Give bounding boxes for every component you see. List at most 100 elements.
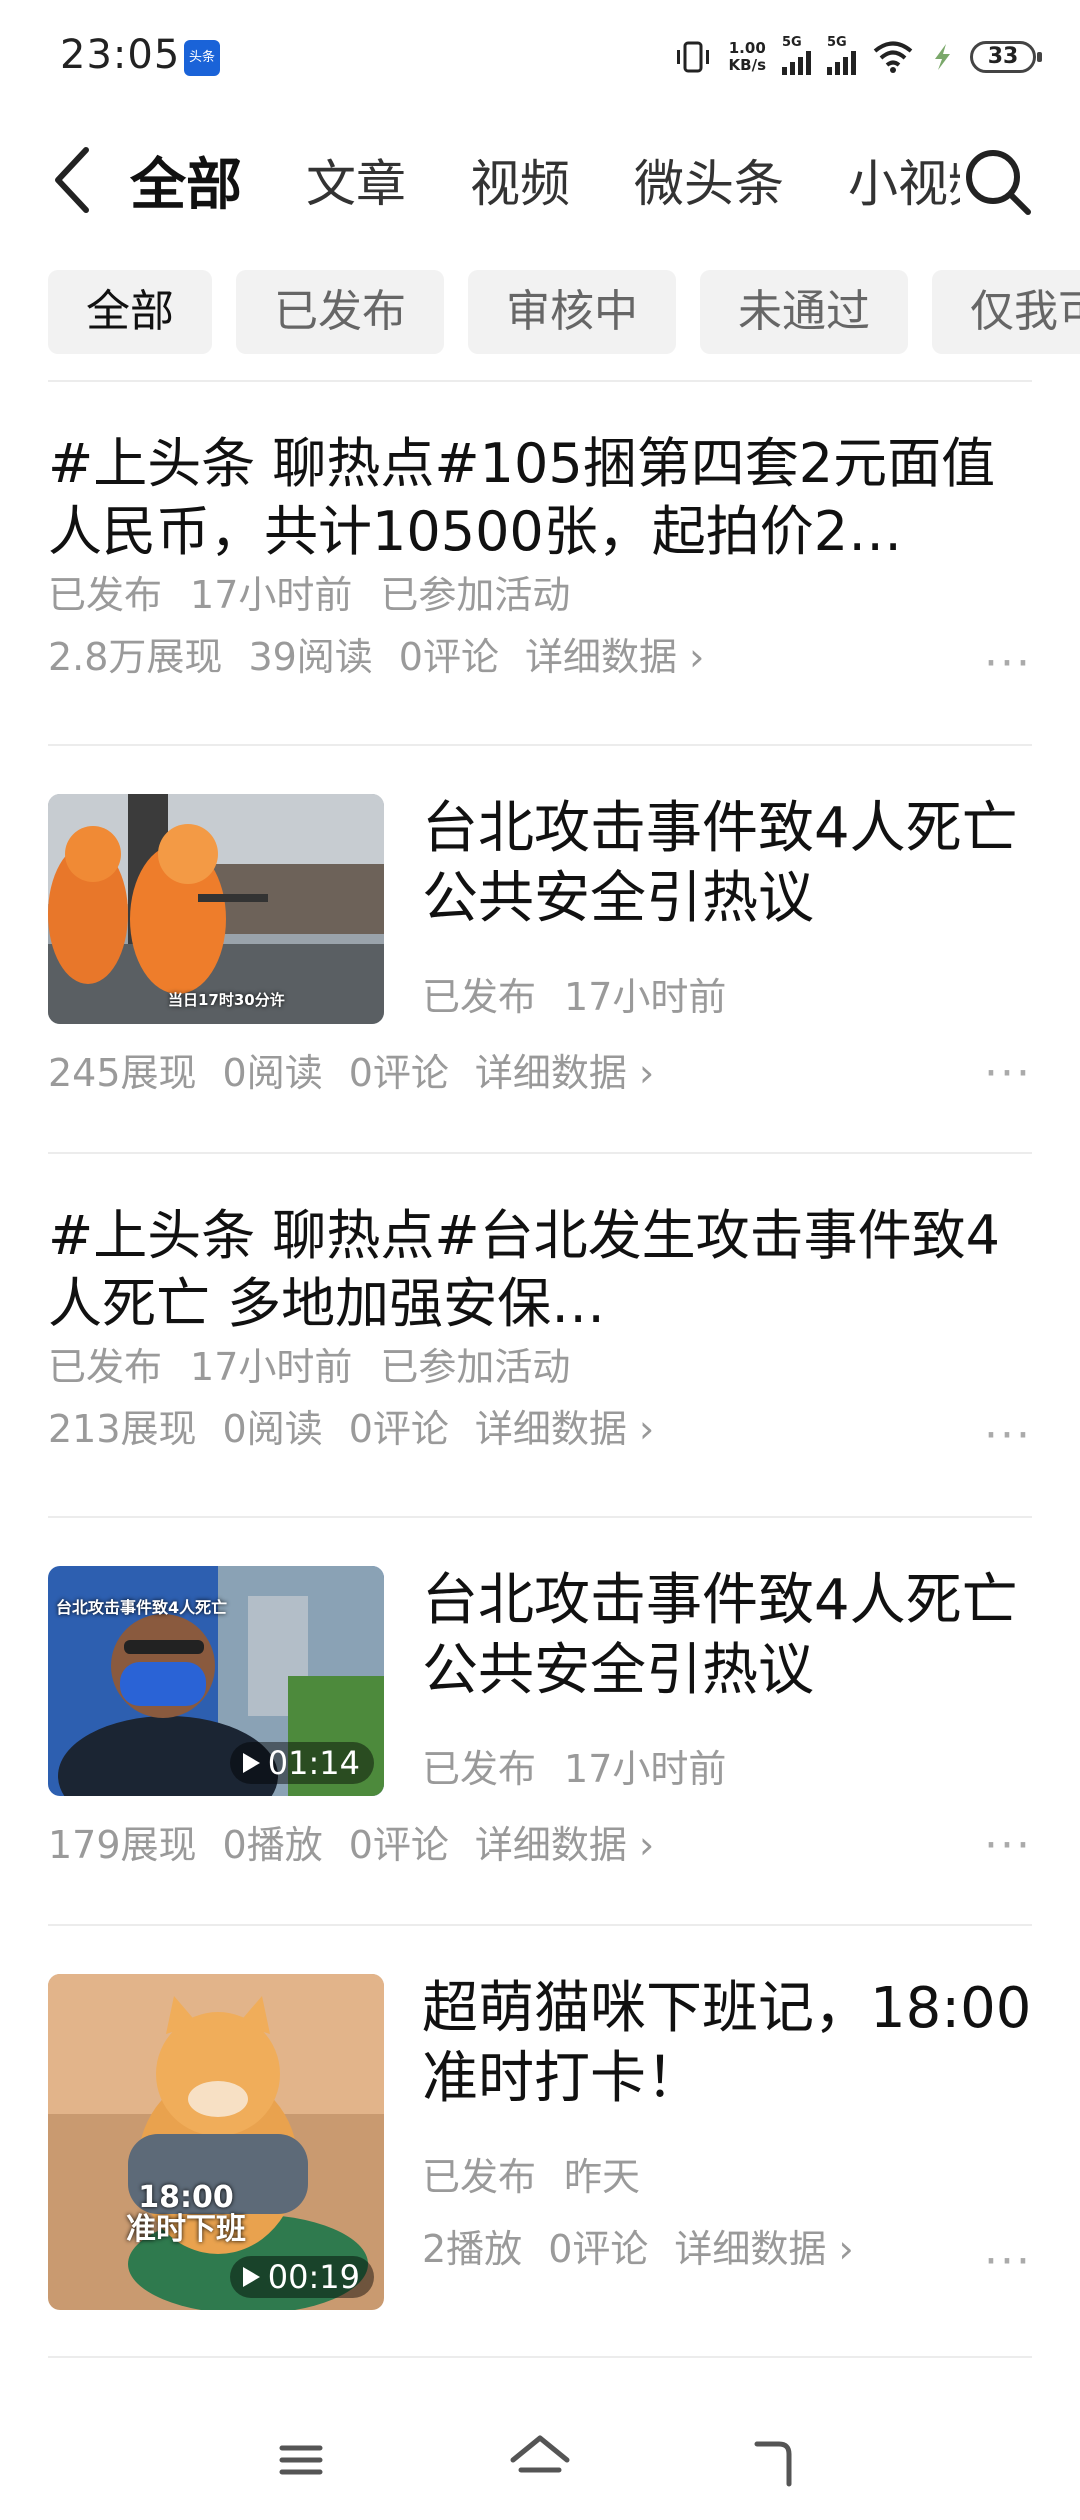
item-title: 台北攻击事件致4人死亡 公共安全引热议 xyxy=(422,1568,1018,1703)
divider xyxy=(48,380,1032,382)
item-comments: 0评论 xyxy=(348,1407,449,1451)
item-plays: 2播放 xyxy=(422,2227,523,2271)
status-filter-chips: 全部 已发布 审核中 未通过 仅我可见 xyxy=(48,270,1080,354)
item-meta: 已发布 昨天 xyxy=(422,2152,1032,2202)
tab-videos[interactable]: 视频 xyxy=(470,144,570,216)
search-icon xyxy=(966,150,1031,215)
play-icon xyxy=(242,2267,260,2287)
item-stats: 245展现 0阅读 0评论 详细数据 xyxy=(48,1048,654,1098)
item-thumbnail: 台北攻击事件致4人死亡 01:14 xyxy=(48,1566,384,1796)
item-status: 已发布 xyxy=(48,1345,163,1389)
menu-button[interactable] xyxy=(266,2430,336,2490)
tab-short-videos[interactable]: 小视频 xyxy=(848,144,960,216)
filter-all[interactable]: 全部 xyxy=(48,270,212,354)
play-icon xyxy=(242,1753,260,1773)
item-meta: 已发布 17小时前 已参加活动 xyxy=(48,1342,1032,1392)
item-views: 245展现 xyxy=(48,1051,197,1095)
item-activity-tag: 已参加活动 xyxy=(380,573,571,617)
item-status: 已发布 xyxy=(422,2155,537,2199)
thumbnail-caption: 18:00 准时下班 xyxy=(126,2182,246,2246)
item-views: 2.8万展现 xyxy=(48,635,223,679)
filter-reviewing[interactable]: 审核中 xyxy=(468,270,676,354)
item-views: 213展现 xyxy=(48,1407,197,1451)
network-speed-value: 1.00 xyxy=(728,39,766,57)
app-notification-icon: 头条 xyxy=(184,40,220,76)
back-nav-button[interactable] xyxy=(745,2430,815,2490)
more-options-icon[interactable]: ··· xyxy=(984,2236,1032,2287)
more-options-icon[interactable]: ··· xyxy=(984,1820,1032,1871)
divider xyxy=(48,2356,1032,2358)
item-plays: 0播放 xyxy=(222,1823,323,1867)
filter-rejected[interactable]: 未通过 xyxy=(700,270,908,354)
item-reads: 0阅读 xyxy=(222,1407,323,1451)
system-navigation-bar xyxy=(0,2400,1080,2520)
item-stats: 2.8万展现 39阅读 0评论 详细数据 xyxy=(48,632,1032,682)
video-duration: 00:19 xyxy=(229,2256,374,2298)
item-comments: 0评论 xyxy=(348,1051,449,1095)
divider xyxy=(48,1924,1032,1926)
item-time: 17小时前 xyxy=(190,573,353,617)
duration-text: 00:19 xyxy=(267,2258,360,2296)
item-time: 17小时前 xyxy=(564,975,727,1019)
item-comments: 0评论 xyxy=(548,2227,649,2271)
status-bar: 23:05 头条 1.00 KB/s 5G 5G 33 xyxy=(0,0,1080,112)
detail-data-link[interactable]: 详细数据 xyxy=(475,1048,654,1098)
detail-data-link[interactable]: 详细数据 xyxy=(475,1404,654,1454)
tab-micro-posts[interactable]: 微头条 xyxy=(634,144,784,216)
battery-icon: 33 xyxy=(970,41,1042,73)
item-status: 已发布 xyxy=(422,975,537,1019)
item-reads: 0阅读 xyxy=(222,1051,323,1095)
charging-icon xyxy=(935,44,950,70)
content-type-tabs: 全部 文章 视频 微头条 小视频 xyxy=(130,130,960,230)
search-button[interactable] xyxy=(960,144,1036,220)
filter-published[interactable]: 已发布 xyxy=(236,270,444,354)
item-title: #上头条 聊热点#105捆第四套2元面值人民币，共计10500张，起拍价2… xyxy=(48,432,996,563)
list-item[interactable]: 当日17时30分许 台北攻击事件致4人死亡 公共安全引热议 已发布 17小时前 … xyxy=(48,794,1032,1124)
filter-private[interactable]: 仅我可见 xyxy=(932,270,1080,354)
header: 全部 文章 视频 微头条 小视频 xyxy=(0,130,1080,230)
tab-articles[interactable]: 文章 xyxy=(306,144,406,216)
item-reads: 39阅读 xyxy=(248,635,373,679)
item-thumbnail: 当日17时30分许 xyxy=(48,794,384,1024)
tab-all[interactable]: 全部 xyxy=(130,140,242,221)
vibrate-icon xyxy=(676,41,709,73)
menu-icon xyxy=(279,2445,323,2475)
sim1-label: 5G xyxy=(782,35,802,50)
item-meta: 已发布 17小时前 xyxy=(422,972,1032,1022)
item-time: 17小时前 xyxy=(190,1345,353,1389)
home-icon xyxy=(510,2435,570,2473)
status-time: 23:05 xyxy=(60,32,181,78)
list-item[interactable]: 18:00 准时下班 00:19 超萌猫咪下班记，18:00准时打卡！ 已发布 … xyxy=(48,1974,1032,2314)
back-gesture-icon xyxy=(754,2441,792,2487)
divider xyxy=(48,1516,1032,1518)
detail-data-link[interactable]: 详细数据 xyxy=(475,1820,654,1870)
signal-icon: 5G xyxy=(827,35,856,75)
detail-data-link[interactable]: 详细数据 xyxy=(674,2224,853,2274)
home-button[interactable] xyxy=(505,2430,575,2490)
network-speed-unit: KB/s xyxy=(728,56,766,74)
item-status: 已发布 xyxy=(48,573,163,617)
more-options-icon[interactable]: ··· xyxy=(984,1410,1032,1461)
item-time: 17小时前 xyxy=(564,1747,727,1791)
signal-icon: 5G xyxy=(782,35,811,75)
back-button[interactable] xyxy=(46,140,106,220)
detail-data-link[interactable]: 详细数据 xyxy=(525,632,704,682)
item-title: 超萌猫咪下班记，18:00准时打卡！ xyxy=(422,1976,1032,2111)
thumbnail-caption-line1: 18:00 xyxy=(138,2180,234,2215)
list-item[interactable]: #上头条 聊热点#台北发生攻击事件致4人死亡 多地加强安保… 已发布 17小时前… xyxy=(48,1202,1032,1482)
sim2-label: 5G xyxy=(827,35,847,50)
more-options-icon[interactable]: ··· xyxy=(984,638,1032,689)
list-item[interactable]: #上头条 聊热点#105捆第四套2元面值人民币，共计10500张，起拍价2… 已… xyxy=(48,430,1032,710)
item-activity-tag: 已参加活动 xyxy=(380,1345,571,1389)
item-meta: 已发布 17小时前 xyxy=(422,1744,1032,1794)
more-options-icon[interactable]: ··· xyxy=(984,1048,1032,1099)
item-time: 昨天 xyxy=(564,2155,641,2199)
item-title: #上头条 聊热点#台北发生攻击事件致4人死亡 多地加强安保… xyxy=(48,1204,1001,1335)
thumbnail-caption: 当日17时30分许 xyxy=(168,991,285,1009)
item-thumbnail: 18:00 准时下班 00:19 xyxy=(48,1974,384,2310)
list-item[interactable]: 台北攻击事件致4人死亡 01:14 台北攻击事件致4人死亡 公共安全引热议 已发… xyxy=(48,1566,1032,1896)
divider xyxy=(48,744,1032,746)
network-speed: 1.00 KB/s xyxy=(729,40,766,74)
divider xyxy=(48,1152,1032,1154)
duration-text: 01:14 xyxy=(267,1744,360,1782)
